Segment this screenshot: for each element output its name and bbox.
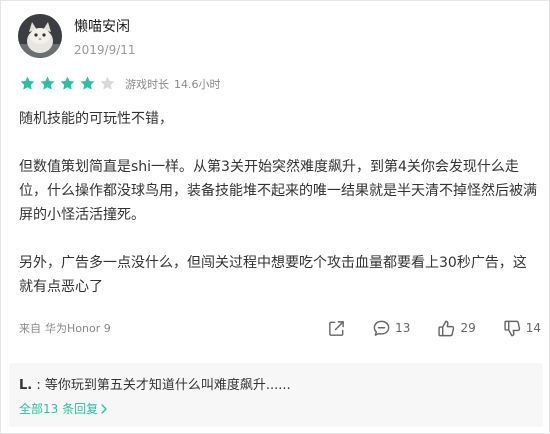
- device-name: 华为Honor 9: [45, 322, 111, 335]
- reply-preview: L. : 等你玩到第五关才知道什么叫难度飙升...... 全部13 条回复: [9, 363, 543, 427]
- reply-author[interactable]: L.: [19, 378, 32, 393]
- dislike-count: 14: [525, 321, 541, 335]
- review-meta: 来自 华为Honor 9 13 29 14: [19, 317, 541, 339]
- all-replies-link[interactable]: 全部13 条回复: [19, 400, 108, 417]
- reply-text: 等你玩到第五关才知道什么叫难度飙升......: [44, 378, 291, 393]
- star-filled-icon: [60, 76, 75, 90]
- device-info: 来自 华为Honor 9: [19, 320, 111, 336]
- star-filled-icon: [40, 76, 55, 90]
- review-body: 随机技能的可玩性不错， 但数值策划简直是shi一样。从第3关开始突然难度飙升，到…: [19, 107, 539, 299]
- playtime-label: 游戏时长: [125, 77, 169, 91]
- review-actions: 13 29 14: [327, 319, 541, 338]
- rating-row: 游戏时长 14.6小时: [19, 75, 221, 92]
- chevron-right-icon: [98, 402, 108, 416]
- star-filled-icon: [80, 76, 95, 90]
- comment-button[interactable]: 13: [372, 319, 410, 338]
- device-label: 来自: [19, 322, 41, 335]
- playtime-value: 14.6小时: [174, 77, 221, 91]
- comment-count: 13: [395, 321, 411, 335]
- reply-item: L. : 等你玩到第五关才知道什么叫难度飙升......: [19, 374, 291, 393]
- thumbs-up-icon: [438, 320, 455, 336]
- share-icon: [329, 320, 345, 336]
- star-empty-icon: [100, 76, 115, 90]
- thumbs-down-icon: [504, 320, 520, 336]
- username[interactable]: 懒喵安闲: [74, 18, 136, 36]
- review-date: 2019/9/11: [74, 43, 136, 57]
- review-header: 懒喵安闲 2019/9/11: [18, 14, 136, 58]
- user-info: 懒喵安闲 2019/9/11: [74, 14, 136, 58]
- star-filled-icon: [20, 76, 35, 90]
- reply-separator: :: [32, 378, 45, 393]
- avatar[interactable]: [18, 14, 62, 58]
- like-count: 29: [460, 321, 476, 335]
- all-replies-label: 全部13 条回复: [19, 402, 99, 416]
- star-rating: [19, 75, 116, 92]
- review-paragraph: 但数值策划简直是shi一样。从第3关开始突然难度飙升，到第4关你会发现什么走位，…: [19, 159, 537, 223]
- dislike-button[interactable]: 14: [503, 319, 541, 338]
- playtime: 游戏时长 14.6小时: [125, 76, 221, 92]
- share-button[interactable]: [327, 319, 346, 338]
- review-paragraph: 随机技能的可玩性不错，: [19, 111, 173, 127]
- review-paragraph: 另外，广告多一点没什么，但闯关过程中想要吃个攻击血量都要看上30秒广告，这就有点…: [19, 255, 527, 295]
- review-card: 懒喵安闲 2019/9/11 游戏时长 14.6小时 随机技能的可玩性不错， 但数…: [0, 0, 550, 434]
- like-button[interactable]: 29: [437, 319, 476, 338]
- comment-icon: [373, 320, 390, 336]
